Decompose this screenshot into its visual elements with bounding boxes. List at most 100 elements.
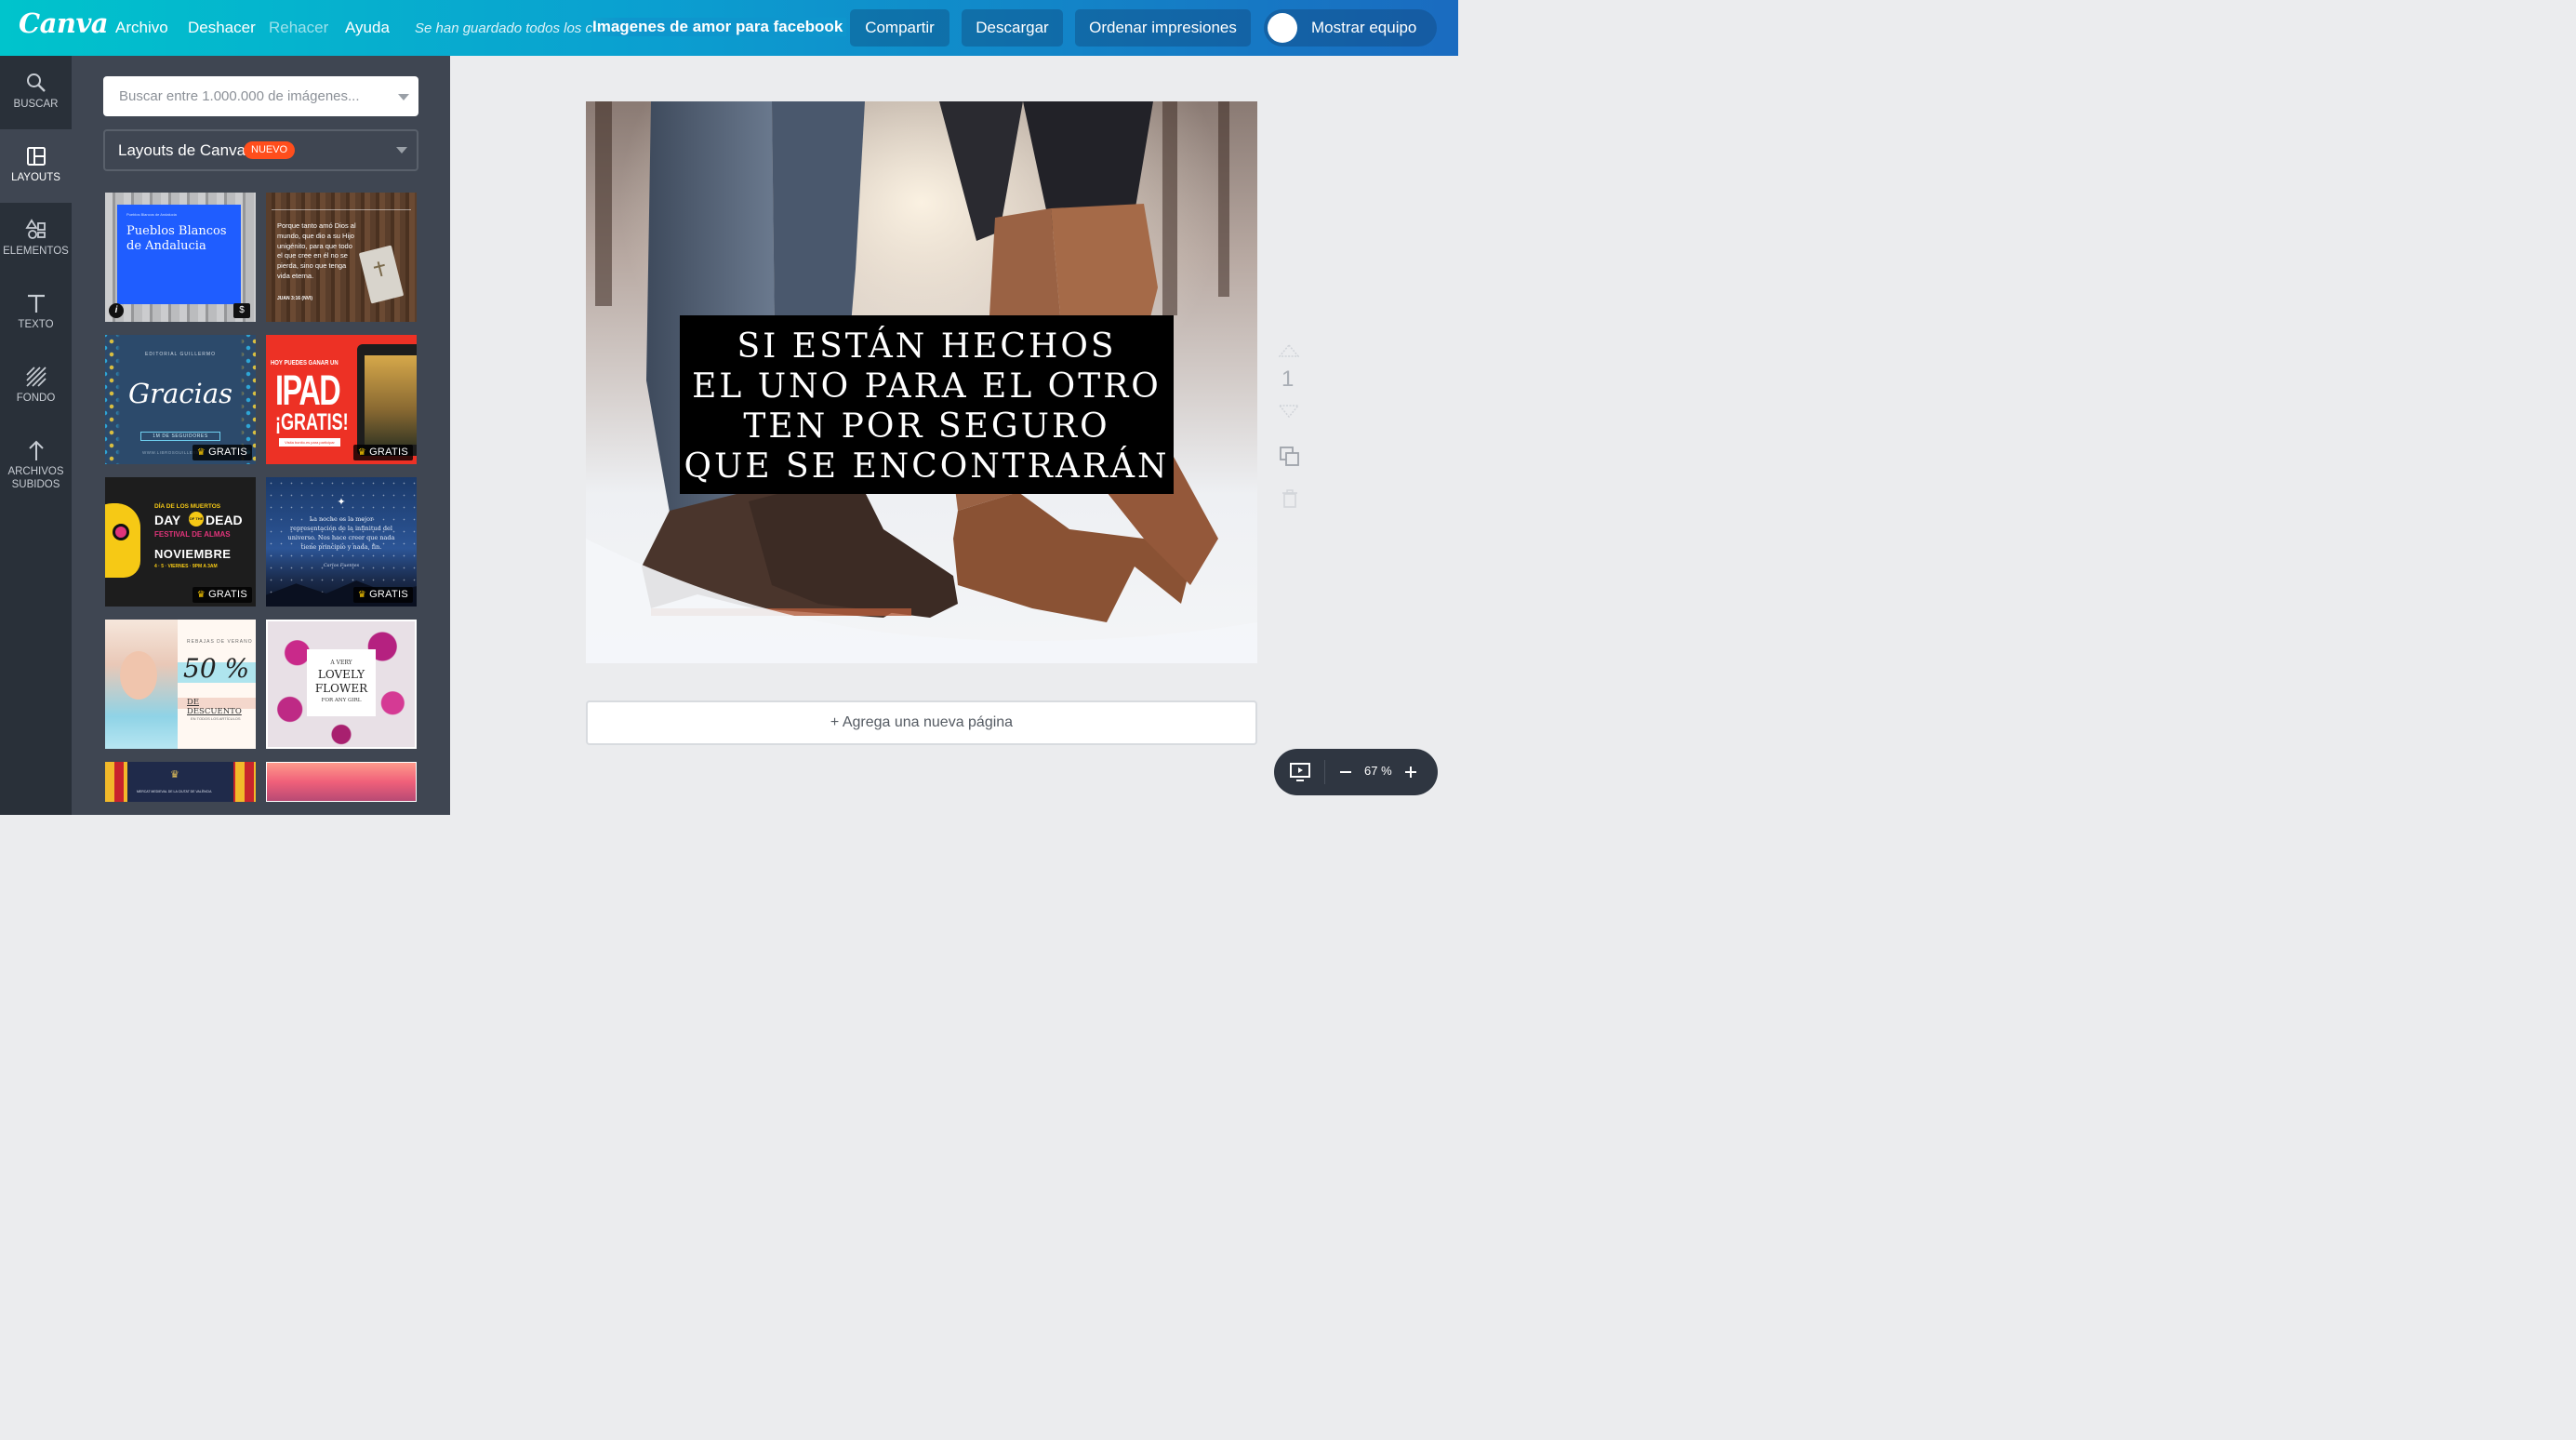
blue-card (117, 205, 241, 304)
crown-icon: ♛ (196, 590, 206, 600)
layout-thumb-night[interactable]: ✦ La noche es la mejor representación de… (266, 477, 417, 607)
mercat-panel (127, 762, 233, 802)
layout-thumb-pueblos[interactable]: Pueblos Blancos de Andalucia Pueblos Bla… (105, 193, 256, 322)
quote-line: TEN POR SEGURO (743, 407, 1110, 446)
nav-archivos-subidos[interactable]: ARCHIVOS SUBIDOS (0, 423, 72, 512)
sale-sub: DE DESCUENTO (187, 698, 242, 716)
quote-line: EL UNO PARA EL OTRO (692, 367, 1162, 406)
quote-text-box[interactable]: SI ESTÁN HECHOS EL UNO PARA EL OTRO TEN … (680, 315, 1174, 494)
search-placeholder: Buscar entre 1.000.000 de imágenes... (119, 88, 360, 104)
zoom-out-icon[interactable] (1339, 766, 1352, 779)
sale-percent: 50 % (183, 653, 250, 684)
nav-texto[interactable]: TEXTO (0, 276, 72, 350)
nav-label: FONDO (16, 393, 56, 404)
quote-line: SI ESTÁN HECHOS (737, 327, 1117, 366)
info-icon[interactable]: i (109, 303, 124, 318)
followers-label: 1M DE SEGUIDORES (140, 432, 220, 441)
layout-thumb-descuento[interactable]: REBAJAS DE VERANO 50 % DE DESCUENTO EN T… (105, 620, 256, 749)
left-nav: BUSCAR LAYOUTS ELEMENTOS TEXTO FONDO ARC… (0, 56, 72, 815)
document-title[interactable]: Imagenes de amor para facebook (592, 18, 847, 36)
move-page-down-icon[interactable] (1279, 405, 1299, 418)
ipad-cta: Visita bonito.es para participar (279, 438, 340, 447)
quote-line: QUE SE ENCONTRARÁN (684, 447, 1170, 486)
show-team-label: Mostrar equipo (1311, 19, 1417, 36)
crown-icon: ♛ (196, 447, 206, 458)
bible-ref: JUAN 3:16 (NVI) (277, 296, 313, 301)
free-badge: ♛ GRATIS (192, 445, 252, 460)
background-icon (25, 367, 46, 387)
dod-day: DAY (154, 513, 181, 527)
layout-thumb-mercat[interactable]: ♛ MERCAT MEDIEVAL DE LA CIUTAT DE VALÈNC… (105, 762, 256, 802)
night-quote: La noche es la mejor representación de l… (287, 515, 395, 551)
add-page-button[interactable]: + Agrega una nueva página (586, 700, 1257, 745)
editorial-label: EDITORIAL GUILLERMO (145, 352, 216, 357)
layout-thumb-gracias[interactable]: EDITORIAL GUILLERMO Gracias 1M DE SEGUID… (105, 335, 256, 464)
nav-fondo[interactable]: FONDO (0, 350, 72, 423)
chevron-down-icon[interactable] (398, 94, 409, 100)
menu-rehacer[interactable]: Rehacer (269, 19, 328, 37)
flower-l2: LOVELY (317, 668, 365, 681)
nav-label: TEXTO (18, 319, 54, 330)
flower-l1: A VERY (330, 660, 352, 666)
layout-thumb-flower[interactable]: A VERY LOVELY FLOWER FOR ANY GIRL (266, 620, 417, 749)
chevron-down-icon (396, 147, 407, 153)
avatar (1268, 13, 1297, 43)
gracias-title: Gracias (127, 378, 232, 409)
card-title: Pueblos Blancos de Andalucia (126, 224, 227, 253)
crown-icon: ♛ (357, 590, 367, 600)
flower-l4: FOR ANY GIRL (321, 698, 362, 703)
menu-deshacer[interactable]: Deshacer (188, 19, 256, 37)
sale-label: REBAJAS DE VERANO (187, 639, 253, 645)
shapes-icon (24, 219, 46, 239)
dod-dead: DEAD (206, 513, 243, 527)
layout-source-select[interactable]: Layouts de Canva NUEVO (103, 129, 418, 171)
zoom-level: 67 % (1364, 764, 1392, 778)
price-badge: $ (233, 303, 250, 318)
dod-line1: DÍA DE LOS MUERTOS (154, 503, 221, 510)
nav-label: ELEMENTOS (3, 246, 69, 257)
zoom-controls: 67 % (1274, 749, 1438, 795)
nav-label: LAYOUTS (11, 172, 60, 183)
crown-icon: ♛ (357, 447, 367, 458)
nav-buscar[interactable]: BUSCAR (0, 56, 72, 129)
layout-thumb-day-of-dead[interactable]: DÍA DE LOS MUERTOS DAY OF THE DEAD FESTI… (105, 477, 256, 607)
move-page-up-icon[interactable] (1279, 344, 1299, 357)
delete-page-icon[interactable] (1281, 489, 1298, 508)
order-prints-button[interactable]: Ordenar impresiones (1075, 9, 1251, 47)
bible-book (358, 245, 405, 304)
menu-archivo[interactable]: Archivo (115, 19, 168, 37)
design-page[interactable]: SI ESTÁN HECHOS EL UNO PARA EL OTRO TEN … (586, 101, 1257, 663)
ipad-screen (365, 355, 417, 445)
nav-layouts[interactable]: LAYOUTS (0, 129, 72, 203)
duplicate-page-icon[interactable] (1280, 447, 1300, 467)
nav-label: BUSCAR (13, 99, 59, 110)
free-badge: ♛ GRATIS (352, 445, 413, 460)
show-team-button[interactable]: Mostrar equipo (1264, 9, 1437, 47)
nav-label: ARCHIVOS SUBIDOS (7, 466, 64, 490)
zoom-in-icon[interactable] (1404, 766, 1417, 779)
layout-thumb-ipad[interactable]: HOY PUEDES GANAR UN IPAD ¡GRATIS! Visita… (266, 335, 417, 464)
layout-thumb-juan[interactable]: Porque tanto amó Dios al mundo, que dio … (266, 193, 417, 322)
flower-l3: FLOWER (314, 682, 368, 695)
card-small-text: Pueblos Blancos de Andalucia (126, 212, 177, 217)
share-button[interactable]: Compartir (850, 9, 949, 47)
text-icon (27, 294, 45, 313)
canva-logo[interactable]: Canva (19, 7, 109, 39)
love-quote[interactable]: SI ESTÁN HECHOS EL UNO PARA EL OTRO TEN … (680, 327, 1174, 487)
free-badge: ♛ GRATIS (192, 587, 252, 603)
dod-line3: FESTIVAL DE ALMAS (154, 530, 231, 539)
present-icon[interactable] (1289, 762, 1311, 782)
ipad-device (357, 344, 417, 456)
menu-ayuda[interactable]: Ayuda (345, 19, 390, 37)
divider (272, 209, 411, 210)
search-icon (26, 73, 46, 92)
page-number: 1 (1281, 367, 1295, 392)
nav-elementos[interactable]: ELEMENTOS (0, 203, 72, 276)
of-the-badge: OF THE (189, 512, 204, 527)
top-bar: Canva Archivo Deshacer Rehacer Ayuda Se … (0, 0, 1458, 56)
dod-month: NOVIEMBRE (154, 547, 232, 561)
night-author: Carlos Fuentes (323, 563, 360, 568)
download-button[interactable]: Descargar (962, 9, 1063, 47)
layout-thumb-sunset[interactable] (266, 762, 417, 802)
image-search-input[interactable]: Buscar entre 1.000.000 de imágenes... (103, 76, 418, 116)
